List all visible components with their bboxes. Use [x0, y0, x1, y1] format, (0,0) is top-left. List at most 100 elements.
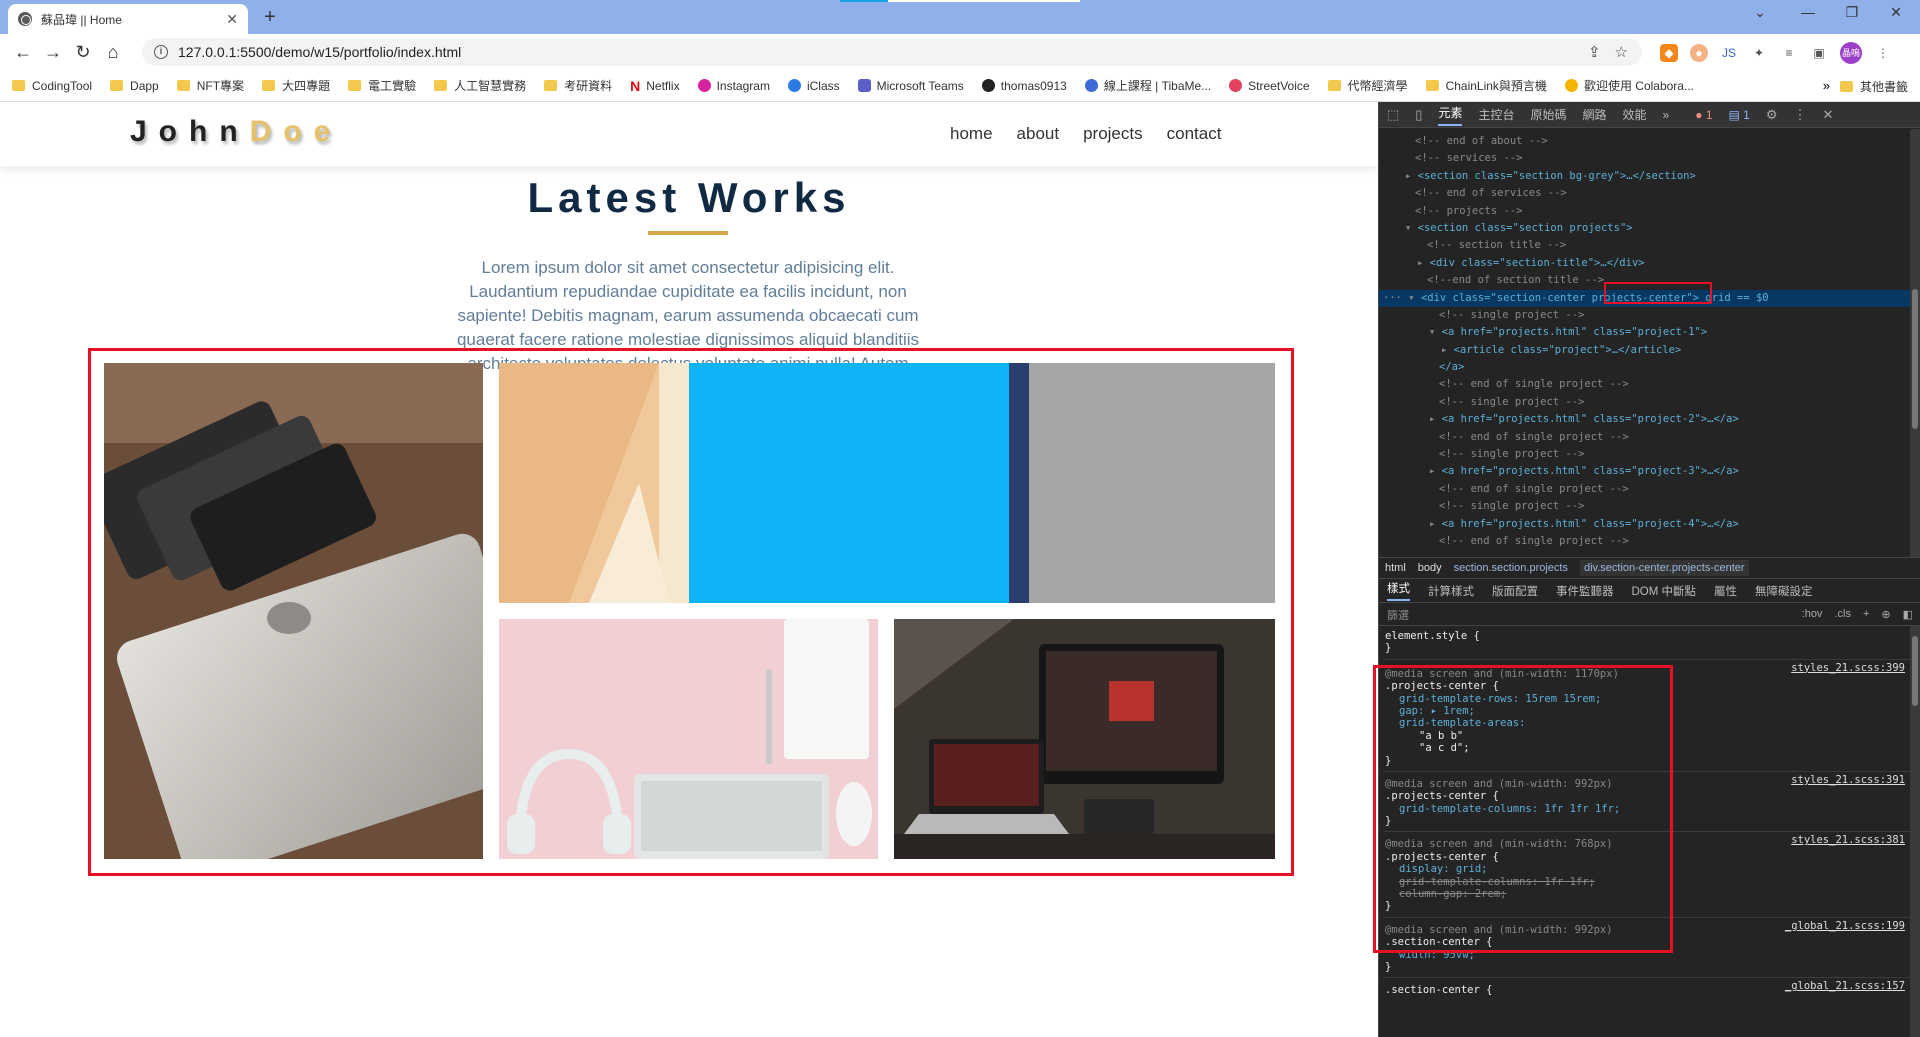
dom-node[interactable]: <!-- single project --> [1379, 394, 1920, 411]
extension-icon[interactable]: ● [1690, 44, 1708, 62]
gear-icon[interactable]: ⚙ [1766, 107, 1778, 123]
tab-network[interactable]: 網路 [1583, 106, 1607, 123]
dom-node[interactable]: ▸ <a href="projects.html" class="project… [1379, 411, 1920, 428]
styles-scrollbar[interactable] [1910, 626, 1920, 1037]
info-icon[interactable]: i [154, 45, 168, 59]
tab-more[interactable]: » [1663, 108, 1670, 122]
bookmark-item[interactable]: 人工智慧實務 [434, 77, 526, 94]
tab-dom-breakpoints[interactable]: DOM 中斷點 [1632, 583, 1697, 599]
tab-accessibility[interactable]: 無障礙設定 [1755, 583, 1813, 599]
dom-node[interactable]: <!-- single project --> [1379, 498, 1920, 515]
dom-node[interactable]: <!-- end of single project --> [1379, 533, 1920, 550]
bookmark-item[interactable]: iClass [787, 79, 840, 93]
tab-layout[interactable]: 版面配置 [1492, 583, 1538, 599]
breadcrumb-item[interactable]: section.section.projects [1454, 562, 1568, 574]
dom-node[interactable]: <!--end of section title --> [1379, 272, 1920, 289]
dom-node[interactable]: ▸ <a href="projects.html" class="project… [1379, 516, 1920, 533]
tab-elements[interactable]: 元素 [1438, 104, 1463, 126]
error-badge[interactable]: ● 1 [1695, 108, 1712, 122]
dom-node[interactable]: <!-- end of services --> [1379, 185, 1920, 202]
tab-properties[interactable]: 屬性 [1714, 583, 1737, 599]
bookmark-item[interactable]: 電工實驗 [348, 77, 416, 94]
dom-node[interactable]: <!-- end of single project --> [1379, 481, 1920, 498]
new-tab-button[interactable]: + [258, 6, 282, 28]
metamask-icon[interactable]: ◆ [1660, 44, 1678, 62]
bookmark-item[interactable]: NFT專案 [176, 77, 244, 94]
tab-search-icon[interactable]: ⌄ [1748, 4, 1772, 21]
bookmark-item[interactable]: StreetVoice [1229, 79, 1310, 93]
tab-sources[interactable]: 原始碼 [1530, 106, 1566, 123]
dom-node[interactable]: </a> [1379, 359, 1920, 376]
dom-node[interactable]: <!-- projects --> [1379, 203, 1920, 220]
dom-node[interactable]: ▸ <div class="section-title">…</div> [1379, 255, 1920, 272]
js-extension-icon[interactable]: JS [1720, 44, 1738, 62]
bookmark-item[interactable]: CodingTool [12, 79, 92, 93]
back-icon[interactable]: ← [8, 42, 38, 63]
bookmarks-more-button[interactable]: » [1823, 78, 1830, 93]
rule-source-link[interactable]: _global_21.scss:199 [1785, 920, 1905, 932]
url-text[interactable]: 127.0.0.1:5500/demo/w15/portfolio/index.… [178, 44, 461, 60]
project-4-card[interactable] [894, 619, 1275, 859]
breadcrumb-item-current[interactable]: div.section-center.projects-center [1579, 560, 1749, 576]
home-icon[interactable]: ⌂ [98, 42, 128, 63]
tab-event-listeners[interactable]: 事件監聽器 [1556, 583, 1614, 599]
bookmark-item[interactable]: 線上課程 | TibaMe... [1084, 77, 1211, 94]
breadcrumb-item[interactable]: html [1385, 562, 1406, 574]
class-toggle-button[interactable]: .cls [1834, 608, 1851, 621]
dom-node[interactable]: <!-- single project --> [1379, 307, 1920, 324]
dom-node[interactable]: ▾ <a href="projects.html" class="project… [1379, 324, 1920, 341]
project-1-card[interactable] [104, 363, 483, 859]
inspect-icon[interactable]: ⬚ [1387, 107, 1399, 123]
dom-node[interactable]: <!-- section title --> [1379, 237, 1920, 254]
nav-link-about[interactable]: about [1017, 124, 1060, 144]
device-toolbar-icon[interactable]: ▯ [1415, 107, 1422, 123]
media-icon[interactable]: ≡ [1780, 44, 1798, 62]
bookmark-item[interactable]: ChainLink與預言機 [1425, 77, 1547, 94]
rule-source-link[interactable]: styles_21.scss:381 [1791, 834, 1905, 846]
tab-performance[interactable]: 效能 [1623, 106, 1647, 123]
dom-node[interactable]: <!-- services --> [1379, 150, 1920, 167]
rule-source-link[interactable]: _global_21.scss:157 [1785, 980, 1905, 992]
kebab-menu-icon[interactable]: ⋮ [1794, 107, 1807, 123]
bookmark-item[interactable]: 考研資料 [544, 77, 612, 94]
forward-icon[interactable]: → [38, 42, 68, 63]
dom-node[interactable]: ▸ <section class="section bg-grey">…</se… [1379, 168, 1920, 185]
nav-link-contact[interactable]: contact [1167, 124, 1222, 144]
browser-tab[interactable]: 蘇品瑋 || Home ✕ [8, 4, 248, 34]
share-icon[interactable]: ⇪ [1588, 43, 1601, 61]
sidebar-toggle-icon[interactable]: ◧ [1903, 608, 1913, 621]
site-logo[interactable]: JohnDoe [130, 115, 342, 149]
tab-computed[interactable]: 計算樣式 [1428, 583, 1474, 599]
dom-node[interactable]: ▸ <article class="project">…</article> [1379, 342, 1920, 359]
bookmark-item[interactable]: Instagram [697, 79, 770, 93]
menu-icon[interactable]: ⋮ [1874, 44, 1892, 62]
bookmark-item[interactable]: 歡迎使用 Colabora... [1564, 77, 1694, 94]
nav-link-projects[interactable]: projects [1083, 124, 1143, 144]
paint-icon[interactable]: ⊕ [1881, 608, 1890, 621]
bookmark-star-icon[interactable]: ☆ [1615, 43, 1628, 61]
bookmark-item[interactable]: 大四專題 [262, 77, 330, 94]
dom-node-selected[interactable]: ··· ▾ <div class="section-center project… [1379, 289, 1920, 307]
dom-node[interactable]: <!-- end of about --> [1379, 133, 1920, 150]
rule-source-link[interactable]: styles_21.scss:399 [1791, 662, 1905, 674]
tab-styles[interactable]: 樣式 [1387, 580, 1410, 601]
puzzle-icon[interactable]: ✦ [1750, 44, 1768, 62]
bookmark-item[interactable]: Dapp [110, 79, 159, 93]
hover-toggle-button[interactable]: :hov [1802, 608, 1823, 621]
nav-link-home[interactable]: home [950, 124, 993, 144]
close-icon[interactable]: ✕ [226, 11, 238, 28]
dom-node[interactable]: ▾ <section class="section projects"> [1379, 220, 1920, 237]
dom-node[interactable]: <!-- end of single project --> [1379, 429, 1920, 446]
bookmark-item[interactable]: Microsoft Teams [857, 79, 964, 93]
minimize-icon[interactable]: — [1796, 4, 1820, 20]
dom-node[interactable]: ▸ <a href="projects.html" class="project… [1379, 463, 1920, 480]
breadcrumb-item[interactable]: body [1418, 562, 1442, 574]
sidepanel-icon[interactable]: ▣ [1810, 44, 1828, 62]
project-3-card[interactable] [499, 619, 878, 859]
message-badge[interactable]: ▤ 1 [1729, 108, 1750, 122]
tab-console[interactable]: 主控台 [1478, 106, 1514, 123]
close-icon[interactable]: ✕ [1823, 107, 1834, 123]
dom-node[interactable]: <!-- end of single project --> [1379, 376, 1920, 393]
bookmark-item[interactable]: N Netflix [630, 78, 679, 94]
close-window-icon[interactable]: ✕ [1884, 4, 1908, 21]
